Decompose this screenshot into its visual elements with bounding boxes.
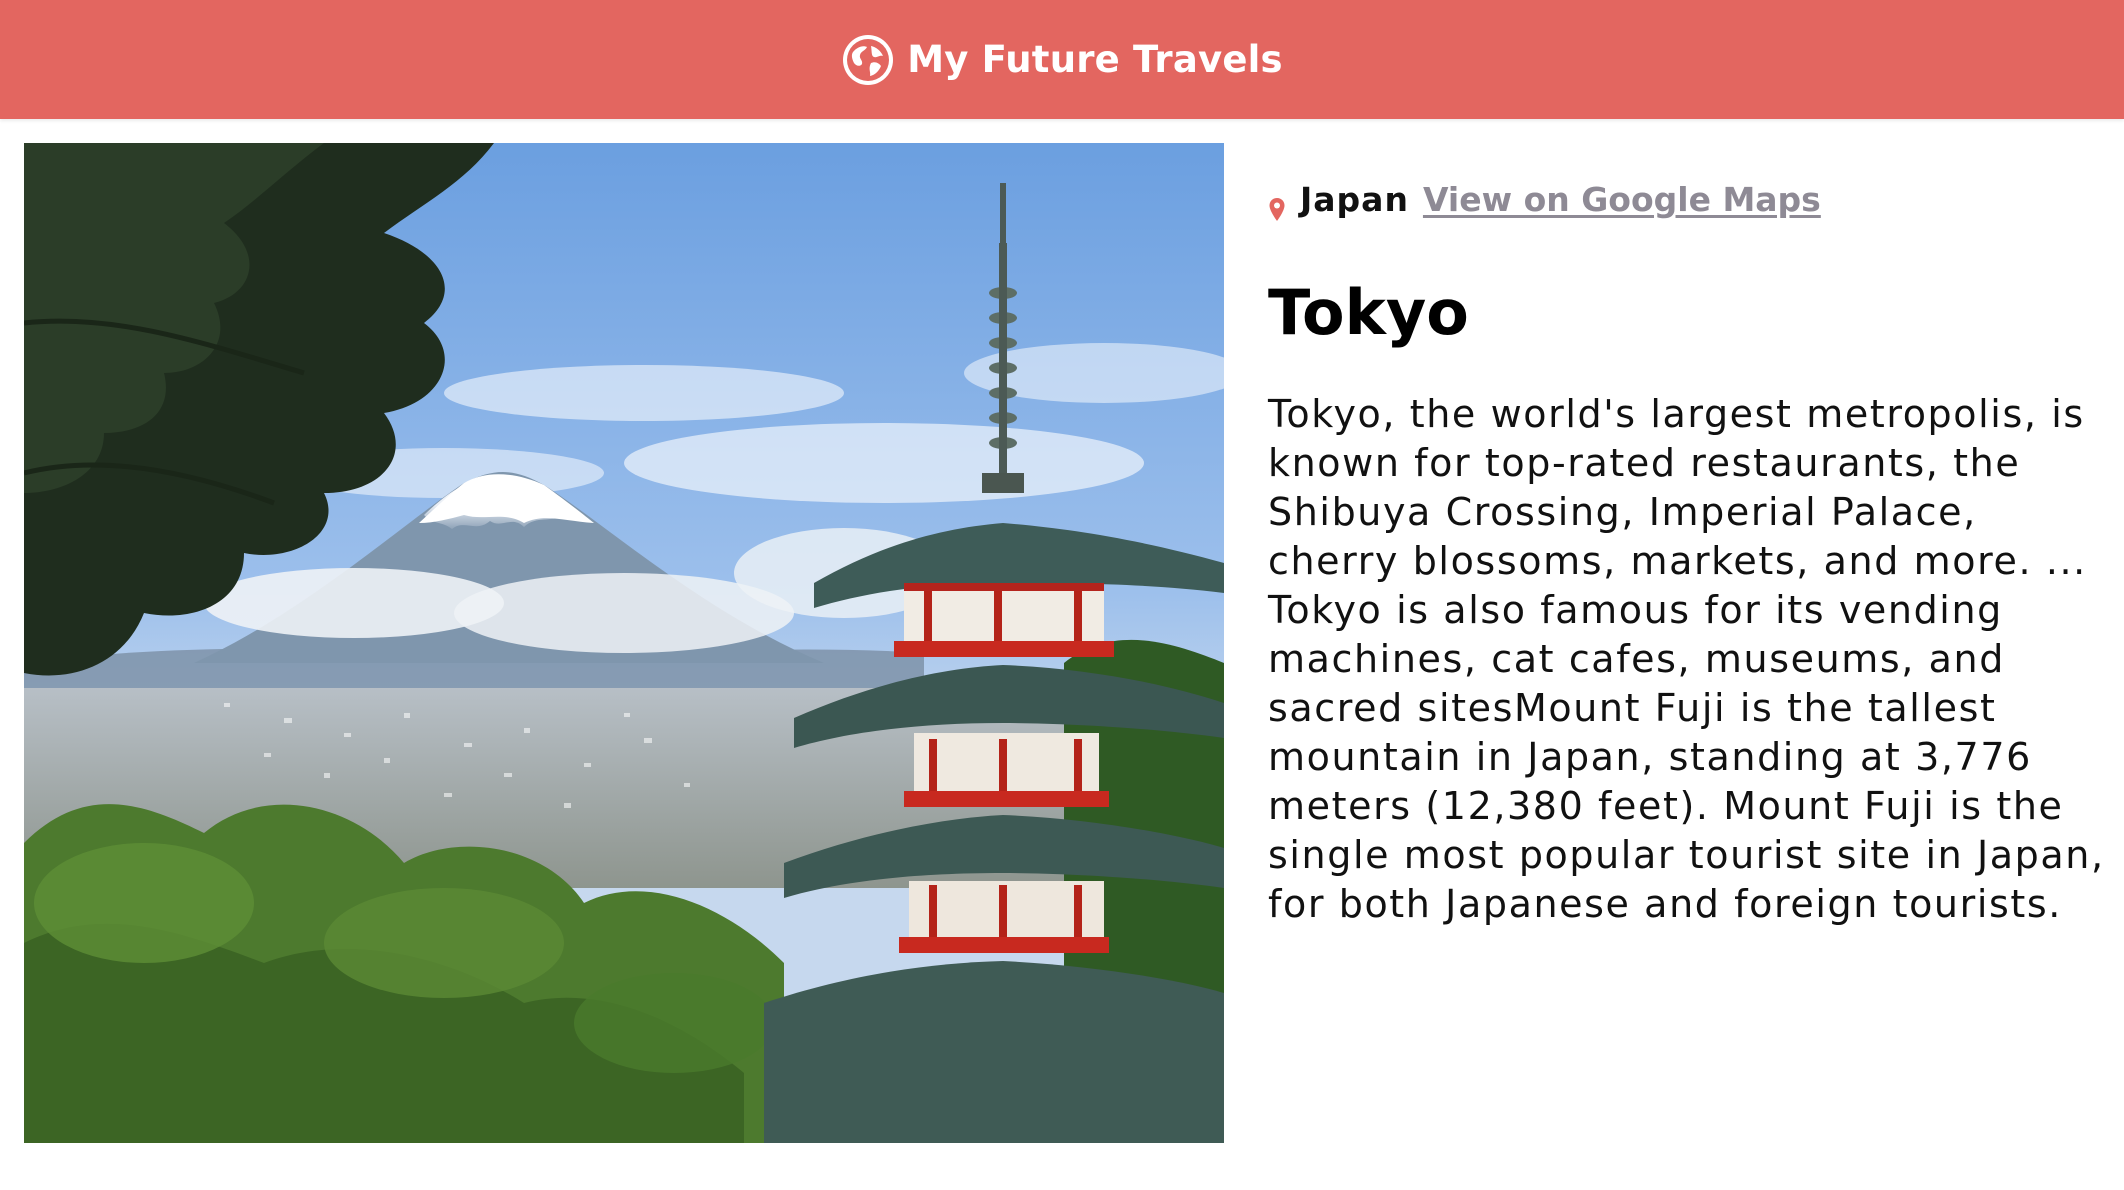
location-row: Japan View on Google Maps bbox=[1268, 180, 2108, 240]
destination-description: Tokyo, the world's largest metropolis, i… bbox=[1268, 392, 2105, 927]
globe-icon bbox=[843, 34, 894, 85]
destination-photo bbox=[24, 143, 1224, 1143]
google-maps-link[interactable]: View on Google Maps bbox=[1423, 180, 1821, 219]
brand: My Future Travels bbox=[841, 33, 1283, 87]
app-title: My Future Travels bbox=[907, 38, 1283, 81]
city-title: Tokyo bbox=[1268, 276, 1469, 349]
destination-details: Japan View on Google Maps Tokyo Tokyo, t… bbox=[1268, 180, 2108, 967]
app-header: My Future Travels bbox=[0, 0, 2124, 119]
country-label: Japan bbox=[1300, 180, 1409, 219]
location-pin-icon bbox=[1269, 198, 1285, 221]
